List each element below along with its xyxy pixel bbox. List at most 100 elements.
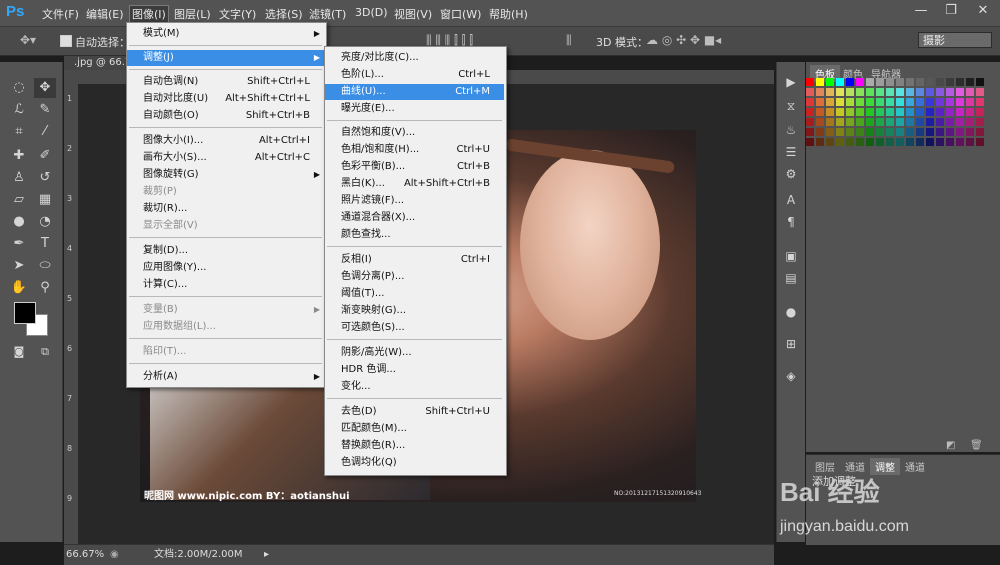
menu-item-equalize[interactable]: 色调均化(Q) bbox=[325, 455, 504, 471]
color-swatch[interactable] bbox=[836, 98, 844, 106]
menu-item-variations[interactable]: 变化... bbox=[325, 379, 504, 395]
color-swatch[interactable] bbox=[846, 108, 854, 116]
menu-item-image-rotation[interactable]: 图像旋转(G) ▶ bbox=[127, 167, 324, 183]
history-icon[interactable]: ⧖ bbox=[780, 96, 802, 116]
color-swatch[interactable] bbox=[876, 108, 884, 116]
color-swatch[interactable] bbox=[906, 78, 914, 86]
kuler-icon[interactable]: ● bbox=[780, 302, 802, 322]
color-swatch[interactable] bbox=[956, 88, 964, 96]
color-swatch[interactable] bbox=[806, 128, 814, 136]
color-swatch[interactable] bbox=[806, 108, 814, 116]
menu-item-adjustments[interactable]: 调整(J) ▶ bbox=[127, 50, 324, 66]
color-swatch[interactable] bbox=[956, 138, 964, 146]
color-swatch[interactable] bbox=[946, 78, 954, 86]
color-swatch[interactable] bbox=[846, 98, 854, 106]
color-swatch[interactable] bbox=[946, 118, 954, 126]
clone-source-icon[interactable]: ⚙ bbox=[780, 164, 802, 184]
color-swatch[interactable] bbox=[956, 128, 964, 136]
notes-icon[interactable]: ▣ bbox=[780, 246, 802, 266]
menu-type[interactable]: 文字(Y) bbox=[219, 6, 256, 22]
adjust-sliders-icon[interactable]: ☰ bbox=[780, 142, 802, 162]
brush-tool-icon[interactable]: ✐ bbox=[34, 146, 56, 166]
color-swatch[interactable] bbox=[876, 138, 884, 146]
paragraph-icon[interactable]: ¶ bbox=[780, 212, 802, 232]
menu-item-mode[interactable]: 模式(M) ▶ bbox=[127, 26, 324, 42]
foreground-color-swatch[interactable] bbox=[14, 302, 36, 324]
color-swatch[interactable] bbox=[866, 118, 874, 126]
color-swatch[interactable] bbox=[906, 88, 914, 96]
color-swatch[interactable] bbox=[926, 98, 934, 106]
color-swatch[interactable] bbox=[956, 108, 964, 116]
color-swatch[interactable] bbox=[876, 78, 884, 86]
color-swatch[interactable] bbox=[876, 98, 884, 106]
color-swatch[interactable] bbox=[886, 118, 894, 126]
color-swatch[interactable] bbox=[896, 138, 904, 146]
color-swatch[interactable] bbox=[926, 78, 934, 86]
color-swatch[interactable] bbox=[816, 128, 824, 136]
color-swatch[interactable] bbox=[836, 118, 844, 126]
menu-view[interactable]: 视图(V) bbox=[394, 6, 432, 22]
menu-item-curves[interactable]: 曲线(U)... Ctrl+M bbox=[325, 84, 504, 100]
menu-window[interactable]: 窗口(W) bbox=[440, 6, 481, 22]
distribute-icon[interactable]: ⫼ bbox=[566, 33, 572, 48]
color-swatch[interactable] bbox=[846, 118, 854, 126]
color-swatch[interactable] bbox=[876, 128, 884, 136]
color-swatch[interactable] bbox=[906, 118, 914, 126]
color-swatch[interactable] bbox=[896, 98, 904, 106]
color-swatch[interactable] bbox=[886, 78, 894, 86]
color-swatch[interactable] bbox=[836, 88, 844, 96]
color-swatch[interactable] bbox=[866, 128, 874, 136]
color-swatch[interactable] bbox=[856, 78, 864, 86]
color-swatch[interactable] bbox=[936, 78, 944, 86]
color-swatch[interactable] bbox=[956, 98, 964, 106]
new-swatch-icon[interactable]: ◩ bbox=[946, 440, 955, 451]
color-swatch[interactable] bbox=[886, 88, 894, 96]
dodge-tool-icon[interactable]: ◔ bbox=[34, 212, 56, 232]
marquee-tool-icon[interactable]: ◌ bbox=[8, 78, 30, 98]
color-swatch[interactable] bbox=[936, 118, 944, 126]
color-swatch[interactable] bbox=[916, 78, 924, 86]
menu-item-photo-filter[interactable]: 照片滤镜(F)... bbox=[325, 193, 504, 209]
move-tool-icon[interactable]: ✥ bbox=[34, 78, 56, 98]
menu-item-replace-color[interactable]: 替换颜色(R)... bbox=[325, 438, 504, 454]
ellipse-tool-icon[interactable]: ⬭ bbox=[34, 256, 56, 276]
crop-tool-icon[interactable]: ⌗ bbox=[8, 122, 30, 142]
menu-item-black-white[interactable]: 黑白(K)... Alt+Shift+Ctrl+B bbox=[325, 176, 504, 192]
color-swatch[interactable] bbox=[806, 78, 814, 86]
color-swatch[interactable] bbox=[896, 88, 904, 96]
color-swatch[interactable] bbox=[966, 138, 974, 146]
eyedropper-icon[interactable]: ⁄ bbox=[34, 122, 56, 142]
menu-item-trim[interactable]: 裁切(R)... bbox=[127, 201, 324, 217]
color-swatch[interactable] bbox=[916, 118, 924, 126]
color-swatch[interactable] bbox=[876, 118, 884, 126]
color-swatch[interactable] bbox=[966, 108, 974, 116]
color-swatch[interactable] bbox=[936, 138, 944, 146]
color-swatch[interactable] bbox=[946, 108, 954, 116]
color-swatch[interactable] bbox=[816, 98, 824, 106]
menu-item-image-size[interactable]: 图像大小(I)... Alt+Ctrl+I bbox=[127, 133, 324, 149]
menu-item-shadows-highlights[interactable]: 阴影/高光(W)... bbox=[325, 345, 504, 361]
color-swatch[interactable] bbox=[846, 128, 854, 136]
color-swatch[interactable] bbox=[816, 78, 824, 86]
color-swatch[interactable] bbox=[876, 88, 884, 96]
zoom-tool-icon[interactable]: ⚲ bbox=[34, 278, 56, 298]
menu-item-color-balance[interactable]: 色彩平衡(B)... Ctrl+B bbox=[325, 159, 504, 175]
restore-icon[interactable]: ❐ bbox=[940, 3, 962, 19]
history-brush-icon[interactable]: ↺ bbox=[34, 168, 56, 188]
color-swatch[interactable] bbox=[846, 88, 854, 96]
type-tool-icon[interactable]: T bbox=[34, 234, 56, 254]
color-swatch[interactable] bbox=[896, 118, 904, 126]
color-swatch[interactable] bbox=[826, 98, 834, 106]
color-swatch[interactable] bbox=[916, 138, 924, 146]
color-swatch[interactable] bbox=[936, 88, 944, 96]
menu-item-selective-color[interactable]: 可选颜色(S)... bbox=[325, 320, 504, 336]
color-swatch[interactable] bbox=[806, 138, 814, 146]
color-swatch[interactable] bbox=[866, 88, 874, 96]
menu-item-color-lookup[interactable]: 颜色查找... bbox=[325, 227, 504, 243]
color-swatch[interactable] bbox=[906, 108, 914, 116]
color-swatch[interactable] bbox=[956, 118, 964, 126]
color-swatch[interactable] bbox=[806, 88, 814, 96]
color-swatch[interactable] bbox=[816, 108, 824, 116]
menu-layer[interactable]: 图层(L) bbox=[174, 6, 211, 22]
menu-filter[interactable]: 滤镜(T) bbox=[309, 6, 346, 22]
